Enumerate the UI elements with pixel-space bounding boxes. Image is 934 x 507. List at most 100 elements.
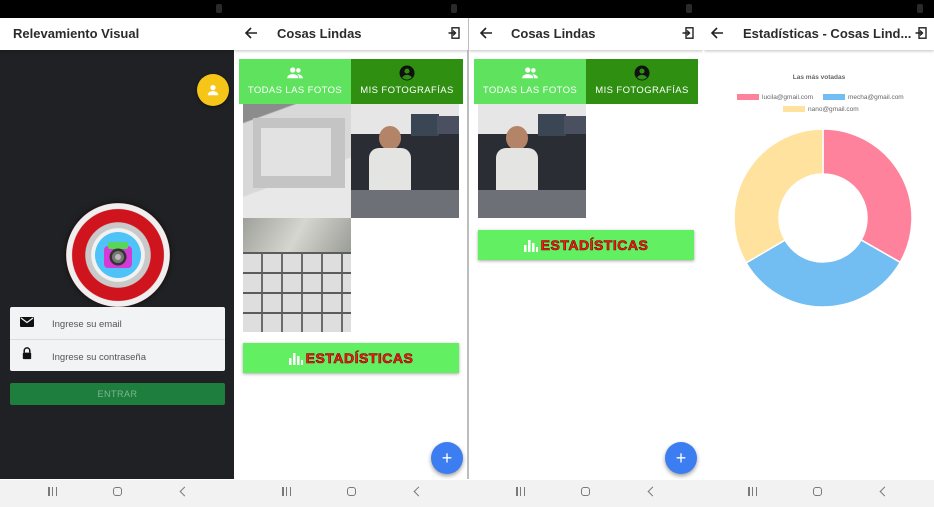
- lock-icon: [22, 347, 32, 360]
- statistics-label: ESTADÍSTICAS: [305, 350, 414, 367]
- photo-detail: [369, 148, 411, 192]
- page-title: Cosas Lindas: [511, 26, 596, 41]
- legend-label: mecha@gmail.com: [848, 94, 904, 101]
- tab-my-photos[interactable]: MIS FOTOGRAFÍAS: [351, 59, 463, 104]
- back-arrow-icon[interactable]: [244, 26, 258, 40]
- home-icon[interactable]: [581, 487, 590, 496]
- email-field[interactable]: [50, 314, 219, 334]
- password-row: [10, 339, 225, 371]
- status-icon: [686, 4, 692, 13]
- user-avatar-button[interactable]: [197, 74, 229, 106]
- statistics-screen: Estadísticas - Cosas Lind... Las más vot…: [704, 18, 934, 479]
- back-arrow-icon[interactable]: [479, 26, 493, 40]
- photo-detail: [478, 190, 586, 218]
- tab-label: MIS FOTOGRAFÍAS: [595, 85, 689, 96]
- photo-thumbnail[interactable]: [351, 104, 459, 218]
- statistics-label: ESTADÍSTICAS: [540, 237, 649, 254]
- photo-thumbnail[interactable]: [243, 218, 351, 332]
- legend-label: lucila@gmail.com: [762, 94, 814, 101]
- back-icon[interactable]: [879, 486, 890, 497]
- app-bar: Cosas Lindas: [469, 18, 703, 50]
- legend-item[interactable]: nano@gmail.com: [783, 106, 859, 113]
- photo-detail: [538, 114, 566, 136]
- photo-detail: [411, 114, 439, 136]
- tab-my-photos[interactable]: MIS FOTOGRAFÍAS: [586, 59, 698, 104]
- statistics-button[interactable]: ESTADÍSTICAS: [478, 230, 694, 260]
- logout-icon[interactable]: [682, 27, 694, 39]
- email-row: [10, 307, 225, 338]
- photo-detail: [506, 126, 528, 150]
- password-field[interactable]: [50, 347, 219, 367]
- page-title: Estadísticas - Cosas Lind...: [743, 26, 912, 41]
- status-icon: [216, 4, 222, 13]
- home-icon[interactable]: [113, 487, 122, 496]
- back-icon[interactable]: [647, 486, 658, 497]
- photo-detail: [243, 218, 351, 252]
- app-bar: Estadísticas - Cosas Lind...: [704, 18, 934, 50]
- tab-all-photos[interactable]: TODAS LAS FOTOS: [474, 59, 586, 104]
- photo-thumbnail[interactable]: [478, 104, 586, 218]
- legend-item[interactable]: mecha@gmail.com: [823, 94, 904, 101]
- app-bar: Relevamiento Visual: [0, 18, 234, 50]
- chart-title: Las más votadas: [792, 74, 846, 81]
- photo-thumbnail[interactable]: [243, 104, 351, 218]
- legend-swatch: [737, 94, 759, 100]
- add-photo-button[interactable]: +: [431, 442, 463, 474]
- donut-chart: [733, 128, 913, 308]
- back-icon[interactable]: [179, 486, 190, 497]
- tab-all-photos[interactable]: TODAS LAS FOTOS: [239, 59, 351, 104]
- back-arrow-icon[interactable]: [710, 26, 724, 40]
- photo-detail: [564, 116, 586, 134]
- group-icon: [522, 67, 538, 79]
- recents-icon[interactable]: [282, 487, 291, 496]
- home-icon[interactable]: [347, 487, 356, 496]
- mail-icon: [20, 317, 34, 327]
- account-circle-icon: [634, 65, 650, 81]
- photo-detail: [496, 148, 538, 192]
- account-circle-icon: [399, 65, 415, 81]
- photo-detail: [243, 252, 351, 332]
- page-title: Cosas Lindas: [277, 26, 362, 41]
- tab-bar: TODAS LAS FOTOS MIS FOTOGRAFÍAS: [474, 59, 698, 104]
- tab-label: MIS FOTOGRAFÍAS: [360, 85, 454, 96]
- recents-icon[interactable]: [48, 487, 57, 496]
- status-icon: [917, 4, 923, 13]
- status-bar: [0, 0, 934, 18]
- photo-detail: [437, 116, 459, 134]
- legend-swatch: [783, 106, 805, 112]
- system-nav-bar: [0, 480, 934, 507]
- home-icon[interactable]: [813, 487, 822, 496]
- camera-icon: [95, 232, 141, 278]
- logout-icon[interactable]: [448, 27, 460, 39]
- bar-chart-icon: [523, 240, 538, 252]
- status-icon: [451, 4, 457, 13]
- recents-icon[interactable]: [516, 487, 525, 496]
- login-form: [10, 307, 225, 371]
- bar-chart-icon: [288, 353, 303, 365]
- tab-label: TODAS LAS FOTOS: [247, 85, 343, 96]
- photo-detail: [261, 128, 331, 176]
- donut-slice-2[interactable]: [733, 128, 824, 264]
- add-photo-button[interactable]: +: [665, 442, 697, 474]
- photo-detail: [379, 126, 401, 150]
- legend-label: nano@gmail.com: [808, 106, 859, 113]
- legend-swatch: [823, 94, 845, 100]
- page-title: Relevamiento Visual: [13, 26, 140, 41]
- back-icon[interactable]: [413, 486, 424, 497]
- all-photos-screen: Cosas Lindas TODAS LAS FOTOS MIS FOTOGRA…: [234, 18, 468, 479]
- group-icon: [287, 67, 303, 79]
- donut-slice-0[interactable]: [822, 128, 913, 264]
- person-icon: [207, 85, 219, 96]
- statistics-button[interactable]: ESTADÍSTICAS: [243, 343, 459, 373]
- legend-item[interactable]: lucila@gmail.com: [737, 94, 813, 101]
- app-bar: Cosas Lindas: [234, 18, 468, 50]
- recents-icon[interactable]: [748, 487, 757, 496]
- photo-detail: [351, 190, 459, 218]
- tab-bar: TODAS LAS FOTOS MIS FOTOGRAFÍAS: [239, 59, 463, 104]
- app-logo: [66, 203, 170, 307]
- logout-icon[interactable]: [915, 27, 927, 39]
- my-photos-screen: Cosas Lindas TODAS LAS FOTOS MIS FOTOGRA…: [469, 18, 703, 479]
- tab-label: TODAS LAS FOTOS: [482, 85, 578, 96]
- enter-button[interactable]: ENTRAR: [10, 383, 225, 405]
- login-screen: Relevamiento Visual Ingrese su email ENT…: [0, 18, 234, 479]
